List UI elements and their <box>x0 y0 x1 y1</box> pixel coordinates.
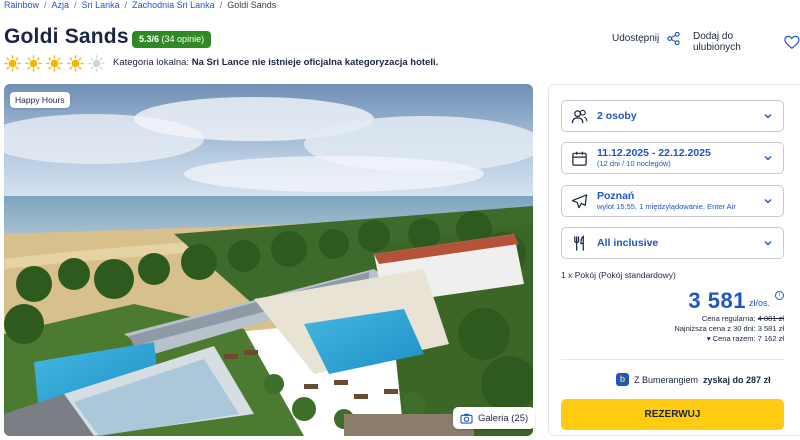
divider <box>561 359 784 360</box>
breadcrumb: Rainbow / Azja / Sri Lanka / Zachodnia Sri Lan… <box>4 0 277 10</box>
total-price-label: Cena razem: <box>712 334 756 343</box>
chevron-down-icon <box>764 156 772 161</box>
board-select[interactable]: All inclusive <box>561 227 784 259</box>
chevron-down-icon <box>764 199 772 204</box>
dates-value: 11.12.2025 - 22.12.2025 <box>597 147 711 159</box>
lowest-price-label: Najniższa cena z 30 dni: <box>674 324 756 333</box>
breadcrumb-link-zachodnia-sri-lanka[interactable]: Zachodnia Sri Lanka <box>132 0 215 10</box>
dates-select[interactable]: 11.12.2025 - 22.12.2025 (12 dni / 10 noc… <box>561 142 784 174</box>
rating-badge[interactable]: 5.3/6 (34 opinie) <box>132 31 212 48</box>
sun-rating <box>4 55 105 72</box>
guests-select[interactable]: 2 osoby <box>561 100 784 132</box>
favorite-button[interactable]: Dodaj do ulubionych <box>693 31 800 53</box>
regular-price: Cena regularna: 4 081 zł <box>590 314 784 324</box>
sun-icon <box>25 55 42 72</box>
price-unit: zł/os. <box>748 298 770 308</box>
plane-icon <box>571 193 588 208</box>
camera-icon <box>460 413 473 424</box>
local-category: Kategoria lokalna: Na Sri Lance nie istn… <box>113 57 438 68</box>
room-summary: 1 x Pokój (Pokój standardowy) <box>561 270 676 280</box>
hotel-photo[interactable] <box>4 84 533 436</box>
sun-icon <box>4 55 21 72</box>
share-button[interactable]: Udostępnij <box>612 31 681 46</box>
lowest-price: Najniższa cena z 30 dni: 3 581 zł <box>590 324 784 334</box>
lowest-price-value: 3 581 zł <box>757 324 784 333</box>
reserve-button[interactable]: REZERWUJ <box>561 399 784 430</box>
fork-knife-icon <box>574 234 584 251</box>
breadcrumb-link-azja[interactable]: Azja <box>52 0 70 10</box>
local-category-label: Kategoria lokalna: <box>113 57 190 68</box>
boomerang-savings: zyskaj do 287 zł <box>703 374 771 385</box>
hotel-title: Goldi Sands <box>4 25 129 48</box>
board-value: All inclusive <box>597 237 659 249</box>
sun-icon <box>46 55 63 72</box>
total-price[interactable]: ▾ Cena razem: 7 162 zł <box>590 334 784 344</box>
sun-icon <box>67 55 84 72</box>
chevron-down-icon <box>764 241 772 246</box>
breadcrumb-link-sri-lanka[interactable]: Sri Lanka <box>82 0 120 10</box>
total-price-value: 7 162 zł <box>757 334 784 343</box>
departure-value: Poznań <box>597 190 635 202</box>
share-label: Udostępnij <box>612 33 660 44</box>
breadcrumb-current: Goldi Sands <box>227 0 277 10</box>
regular-price-value: 4 081 zł <box>757 314 784 323</box>
happy-hours-badge: Happy Hours <box>10 92 70 108</box>
local-category-value: Na Sri Lance nie istnieje oficjalna kate… <box>191 57 439 68</box>
departure-select[interactable]: Poznań wylot 15:55, 1 międzylądowanie, E… <box>561 185 784 217</box>
users-icon <box>571 109 588 123</box>
boomerang-promo[interactable]: b Z Bumerangiem zyskaj do 287 zł <box>616 373 771 386</box>
gallery-label: Galeria (25) <box>478 412 529 424</box>
rating-count: (34 opinie) <box>161 34 205 44</box>
boomerang-prefix: Z Bumerangiem <box>634 374 699 385</box>
guests-value: 2 osoby <box>597 110 637 122</box>
departure-details: wylot 15:55, 1 międzylądowanie, Enter Ai… <box>597 202 736 211</box>
regular-price-label: Cena regularna: <box>701 314 756 323</box>
chevron-down-icon <box>764 114 772 119</box>
sun-empty-icon <box>88 55 105 72</box>
boomerang-icon: b <box>616 373 629 386</box>
price-box: 3 581 zł/os. i Cena regularna: 4 081 zł N… <box>590 288 784 344</box>
price-per-person: 3 581 <box>688 288 746 313</box>
rating-value: 5.3/6 <box>139 34 160 44</box>
heart-icon <box>784 35 800 49</box>
share-icon <box>667 31 680 46</box>
gallery-button[interactable]: Galeria (25) <box>453 407 536 429</box>
dates-duration: (12 dni / 10 noclegów) <box>597 159 671 168</box>
breadcrumb-link-rainbow[interactable]: Rainbow <box>4 0 39 10</box>
info-icon[interactable]: i <box>775 291 784 300</box>
favorite-label: Dodaj do ulubionych <box>693 31 741 53</box>
calendar-icon <box>572 151 587 166</box>
